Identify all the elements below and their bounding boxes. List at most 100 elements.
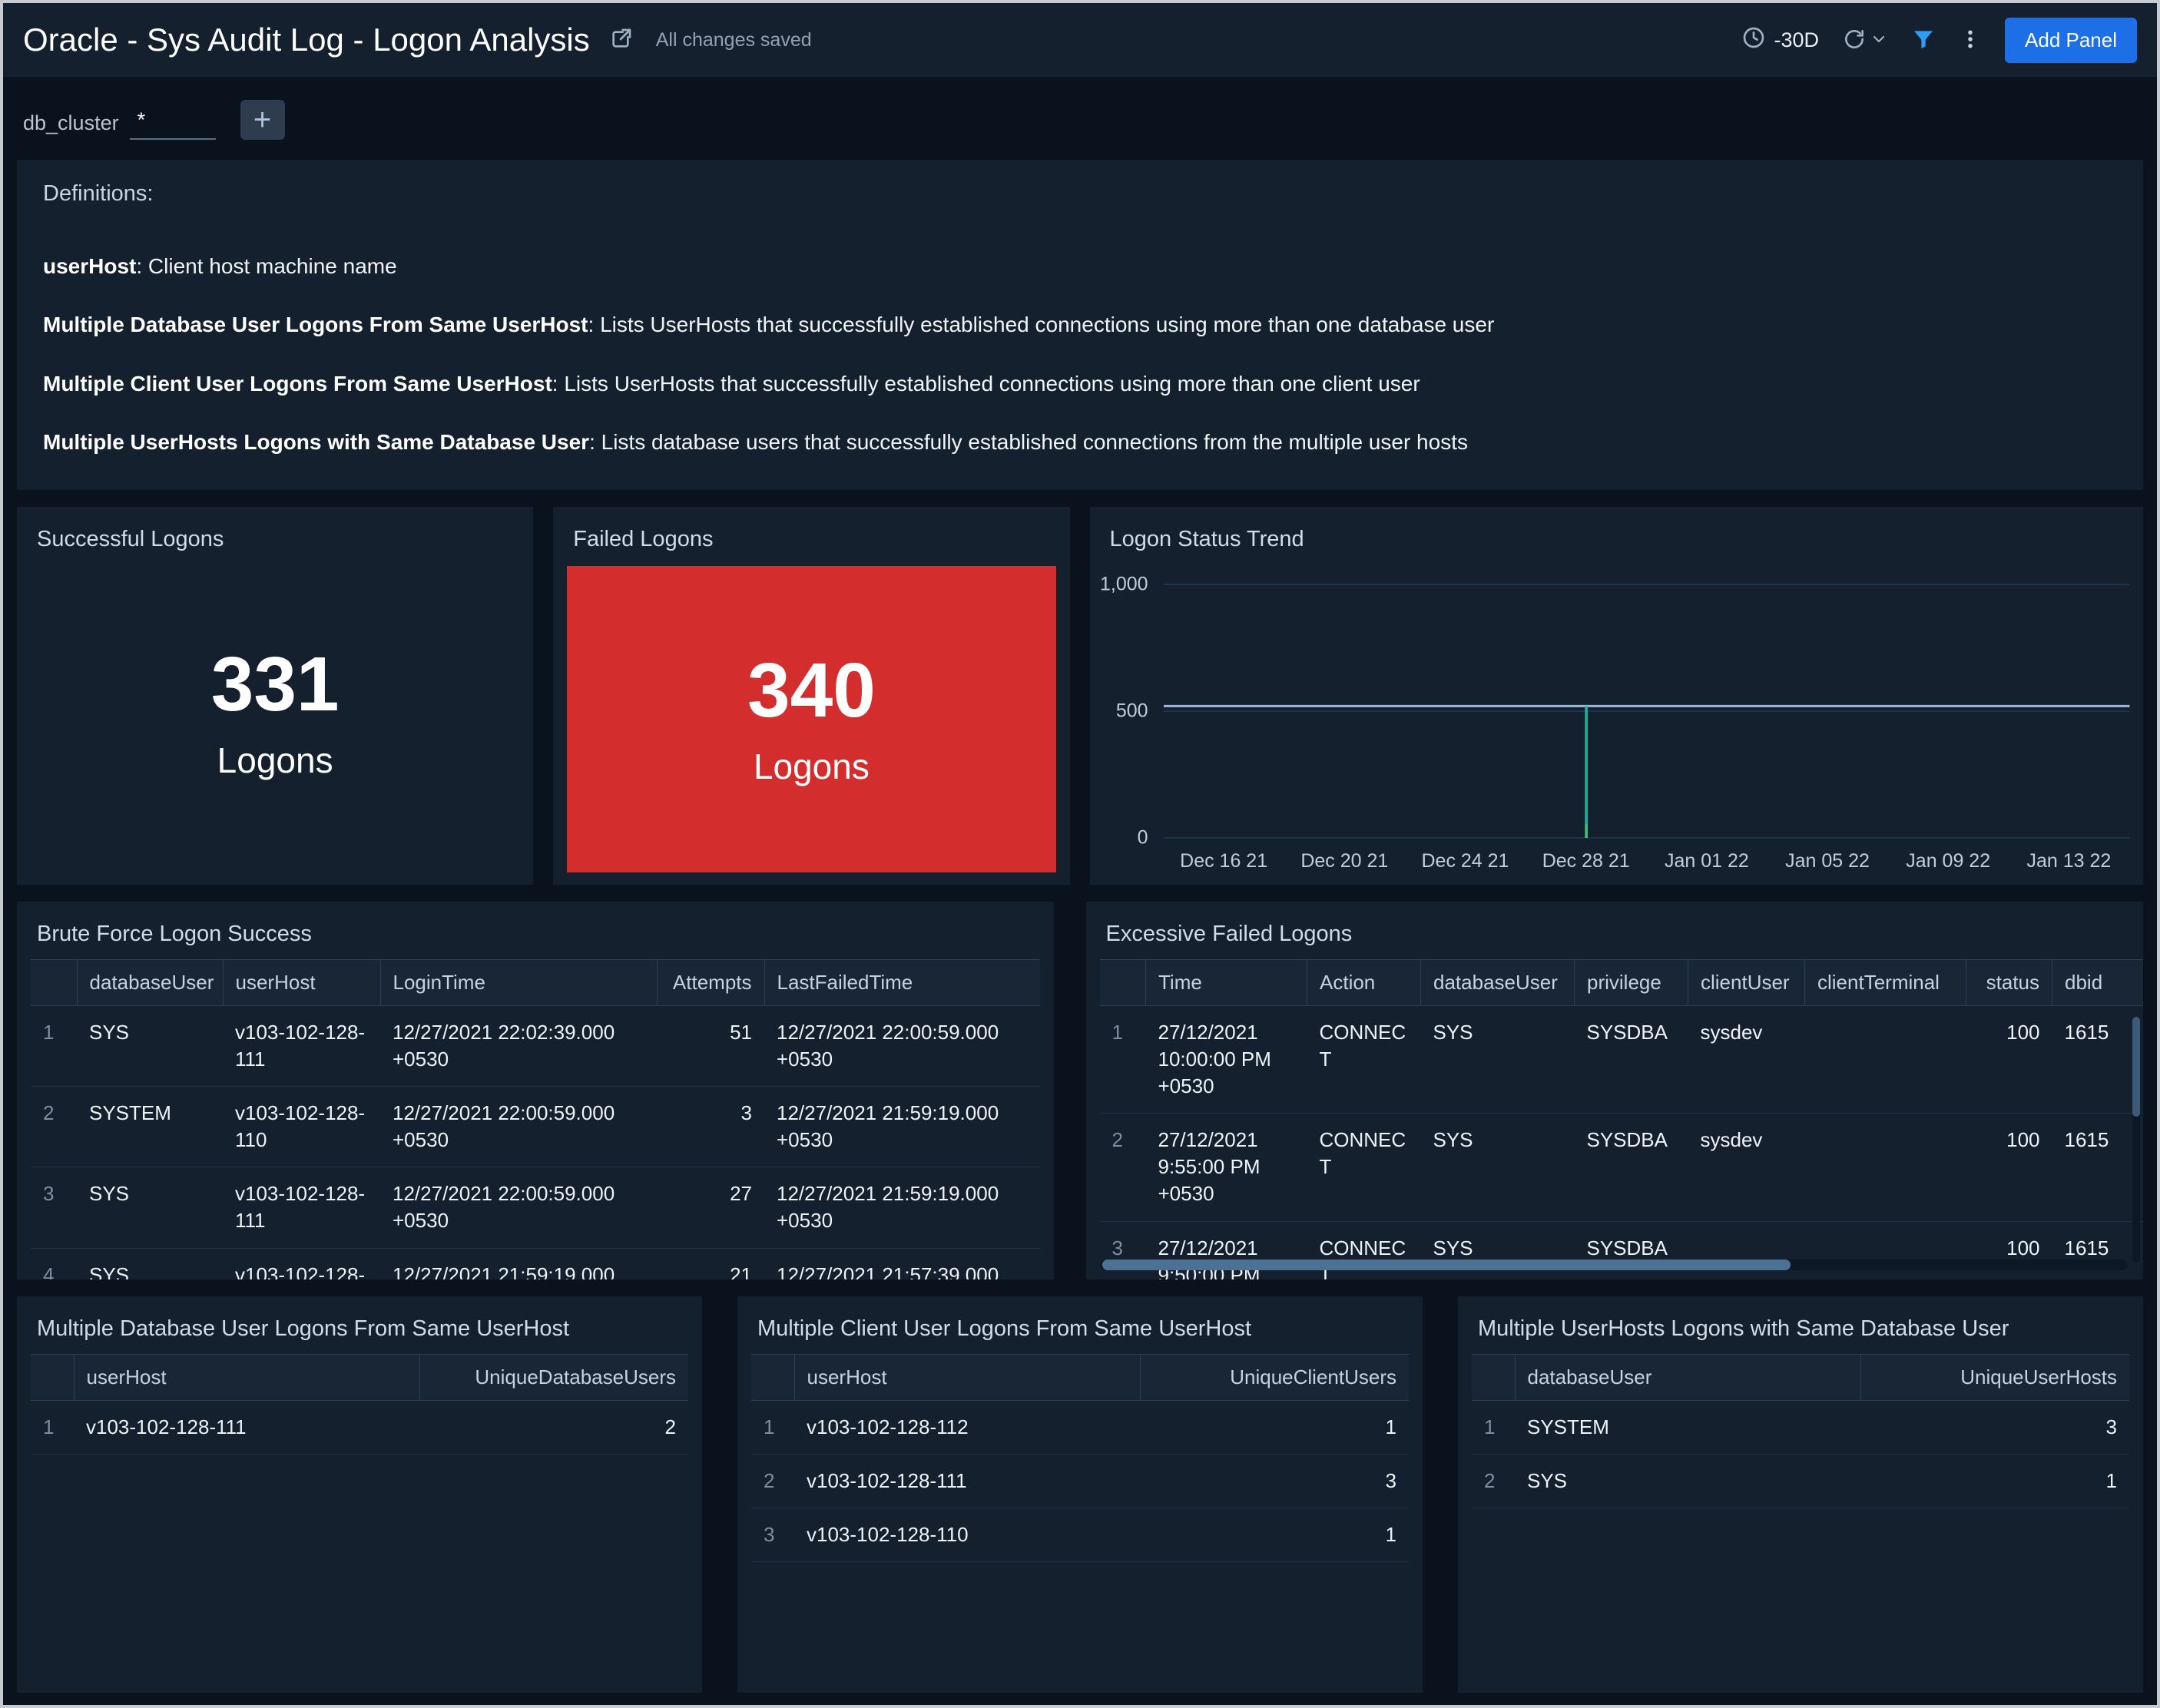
table-cell: 51 bbox=[657, 1006, 764, 1087]
table-cell: 100 bbox=[1966, 1006, 2052, 1114]
column-header[interactable]: Action bbox=[1307, 960, 1421, 1006]
db-cluster-filter-input[interactable]: * bbox=[130, 108, 216, 140]
table-row[interactable]: 2SYS1 bbox=[1472, 1455, 2129, 1508]
panel-title: Brute Force Logon Success bbox=[17, 902, 1054, 959]
successful-logons-display: 331 Logons bbox=[17, 564, 533, 885]
multi-client-users-table: userHostUniqueClientUsers1v103-102-128-1… bbox=[737, 1354, 1423, 1562]
column-header[interactable]: Time bbox=[1146, 960, 1307, 1006]
table-cell bbox=[1688, 1221, 1805, 1279]
filter-bar: db_cluster * + bbox=[3, 77, 2157, 160]
row-index: 1 bbox=[31, 1401, 74, 1455]
table-cell: CONNECT bbox=[1307, 1221, 1421, 1279]
table-row[interactable]: 327/12/2021 9:50:00 PM +0530CONNECTSYSSY… bbox=[1100, 1221, 2144, 1279]
clock-icon bbox=[1741, 25, 1766, 55]
table-cell: 12/27/2021 21:59:19.000 +0530 bbox=[764, 1167, 1040, 1248]
table-cell bbox=[1805, 1221, 1966, 1279]
horizontal-scrollbar-thumb[interactable] bbox=[1102, 1259, 1791, 1270]
trend-y-axis: 05001,000 bbox=[1090, 584, 1164, 838]
multi-db-users-table: userHostUniqueDatabaseUsers1v103-102-128… bbox=[17, 1354, 702, 1455]
column-header[interactable]: UniqueUserHosts bbox=[1860, 1355, 2129, 1401]
table-row[interactable]: 1SYSTEM3 bbox=[1472, 1401, 2129, 1455]
table-cell: v103-102-128-111 bbox=[223, 1006, 380, 1087]
column-header[interactable]: LoginTime bbox=[380, 960, 657, 1006]
row-index: 1 bbox=[1472, 1401, 1515, 1455]
column-header[interactable] bbox=[1100, 960, 1146, 1006]
table-cell: CONNECT bbox=[1307, 1114, 1421, 1221]
table-cell: SYS bbox=[1515, 1455, 1860, 1508]
column-header[interactable]: userHost bbox=[794, 1355, 1140, 1401]
column-header[interactable]: status bbox=[1966, 960, 2052, 1006]
panel-title: Failed Logons bbox=[553, 507, 1069, 564]
trend-chart: 05001,000 bbox=[1090, 564, 2143, 838]
column-header[interactable]: databaseUser bbox=[1515, 1355, 1860, 1401]
column-header[interactable]: databaseUser bbox=[77, 960, 223, 1006]
table-row[interactable]: 1v103-102-128-1112 bbox=[31, 1401, 688, 1455]
data-table: databaseUseruserHostLoginTimeAttemptsLas… bbox=[31, 959, 1040, 1279]
x-tick-label: Dec 20 21 bbox=[1284, 850, 1405, 872]
column-header[interactable]: LastFailedTime bbox=[764, 960, 1040, 1006]
time-range-button[interactable]: -30D bbox=[1741, 25, 1819, 55]
table-cell: 3 bbox=[657, 1087, 764, 1167]
table-cell: v103-102-128-112 bbox=[794, 1401, 1140, 1455]
table-row[interactable]: 227/12/2021 9:55:00 PM +0530CONNECTSYSSY… bbox=[1100, 1114, 2144, 1221]
table-cell: 27/12/2021 9:50:00 PM +0530 bbox=[1146, 1221, 1307, 1279]
table-cell: SYS bbox=[77, 1006, 223, 1087]
share-button[interactable] bbox=[608, 27, 633, 54]
share-icon bbox=[608, 27, 633, 54]
column-header[interactable]: userHost bbox=[223, 960, 380, 1006]
horizontal-scrollbar[interactable] bbox=[1100, 1259, 2129, 1270]
table-row[interactable]: 1v103-102-128-1121 bbox=[751, 1401, 1409, 1455]
panel-title: Multiple Client User Logons From Same Us… bbox=[737, 1296, 1423, 1354]
panel-title: Logon Status Trend bbox=[1090, 507, 2143, 564]
table-cell: sysdev bbox=[1688, 1114, 1805, 1221]
column-header[interactable]: UniqueClientUsers bbox=[1140, 1355, 1409, 1401]
filter-button[interactable] bbox=[1911, 27, 1936, 54]
column-header[interactable] bbox=[1472, 1355, 1515, 1401]
table-cell: 1615 bbox=[2052, 1006, 2144, 1114]
table-row[interactable]: 3v103-102-128-1101 bbox=[751, 1508, 1409, 1562]
table-row[interactable]: 4SYSv103-102-128-11112/27/2021 21:59:19.… bbox=[31, 1248, 1040, 1279]
column-header[interactable]: clientTerminal bbox=[1805, 960, 1966, 1006]
table-cell: 3 bbox=[1140, 1455, 1409, 1508]
data-table: databaseUserUniqueUserHosts1SYSTEM32SYS1 bbox=[1472, 1354, 2129, 1508]
column-header[interactable] bbox=[751, 1355, 794, 1401]
column-header[interactable]: Attempts bbox=[657, 960, 764, 1006]
more-options-button[interactable] bbox=[1959, 28, 1982, 53]
column-header[interactable]: UniqueDatabaseUsers bbox=[419, 1355, 688, 1401]
x-tick-label: Dec 28 21 bbox=[1526, 850, 1646, 872]
x-tick-label: Jan 13 22 bbox=[2009, 850, 2129, 872]
failed-logons-count: 340 bbox=[747, 652, 876, 729]
refresh-button[interactable] bbox=[1842, 27, 1888, 54]
table-cell: v103-102-128-110 bbox=[794, 1508, 1140, 1562]
vertical-scrollbar-thumb[interactable] bbox=[2132, 1017, 2140, 1117]
column-header[interactable] bbox=[31, 1355, 74, 1401]
table-row[interactable]: 2SYSTEMv103-102-128-11012/27/2021 22:00:… bbox=[31, 1087, 1040, 1167]
kebab-menu-icon bbox=[1959, 28, 1982, 53]
table-row[interactable]: 1SYSv103-102-128-11112/27/2021 22:02:39.… bbox=[31, 1006, 1040, 1087]
table-row[interactable]: 3SYSv103-102-128-11112/27/2021 22:00:59.… bbox=[31, 1167, 1040, 1248]
brute-force-table: databaseUseruserHostLoginTimeAttemptsLas… bbox=[17, 959, 1054, 1279]
column-header[interactable]: dbid bbox=[2052, 960, 2144, 1006]
column-header[interactable] bbox=[31, 960, 77, 1006]
table-cell: 2 bbox=[419, 1401, 688, 1455]
table-cell: v103-102-128-110 bbox=[223, 1087, 380, 1167]
trend-plot bbox=[1164, 584, 2129, 838]
add-panel-button[interactable]: Add Panel bbox=[2005, 18, 2137, 63]
table-cell: 27 bbox=[657, 1167, 764, 1248]
panel-excessive-failed: Excessive Failed Logons TimeActiondataba… bbox=[1086, 902, 2144, 1279]
row-index: 1 bbox=[751, 1401, 794, 1455]
vertical-scrollbar[interactable] bbox=[2132, 1017, 2140, 1263]
trend-x-axis: Dec 16 21Dec 20 21Dec 24 21Dec 28 21Jan … bbox=[1164, 850, 2129, 872]
column-header[interactable]: userHost bbox=[74, 1355, 419, 1401]
table-cell: SYSDBA bbox=[1575, 1006, 1688, 1114]
column-header[interactable]: databaseUser bbox=[1421, 960, 1575, 1006]
column-header[interactable]: clientUser bbox=[1688, 960, 1805, 1006]
table-cell: CONNECT bbox=[1307, 1006, 1421, 1114]
add-filter-button[interactable]: + bbox=[240, 100, 285, 140]
table-row[interactable]: 2v103-102-128-1113 bbox=[751, 1455, 1409, 1508]
y-tick-label: 1,000 bbox=[1100, 574, 1148, 596]
data-table: TimeActiondatabaseUserprivilegeclientUse… bbox=[1100, 959, 2144, 1279]
table-row[interactable]: 127/12/2021 10:00:00 PM +0530CONNECTSYSS… bbox=[1100, 1006, 2144, 1114]
column-header[interactable]: privilege bbox=[1575, 960, 1688, 1006]
refresh-icon bbox=[1842, 27, 1867, 54]
